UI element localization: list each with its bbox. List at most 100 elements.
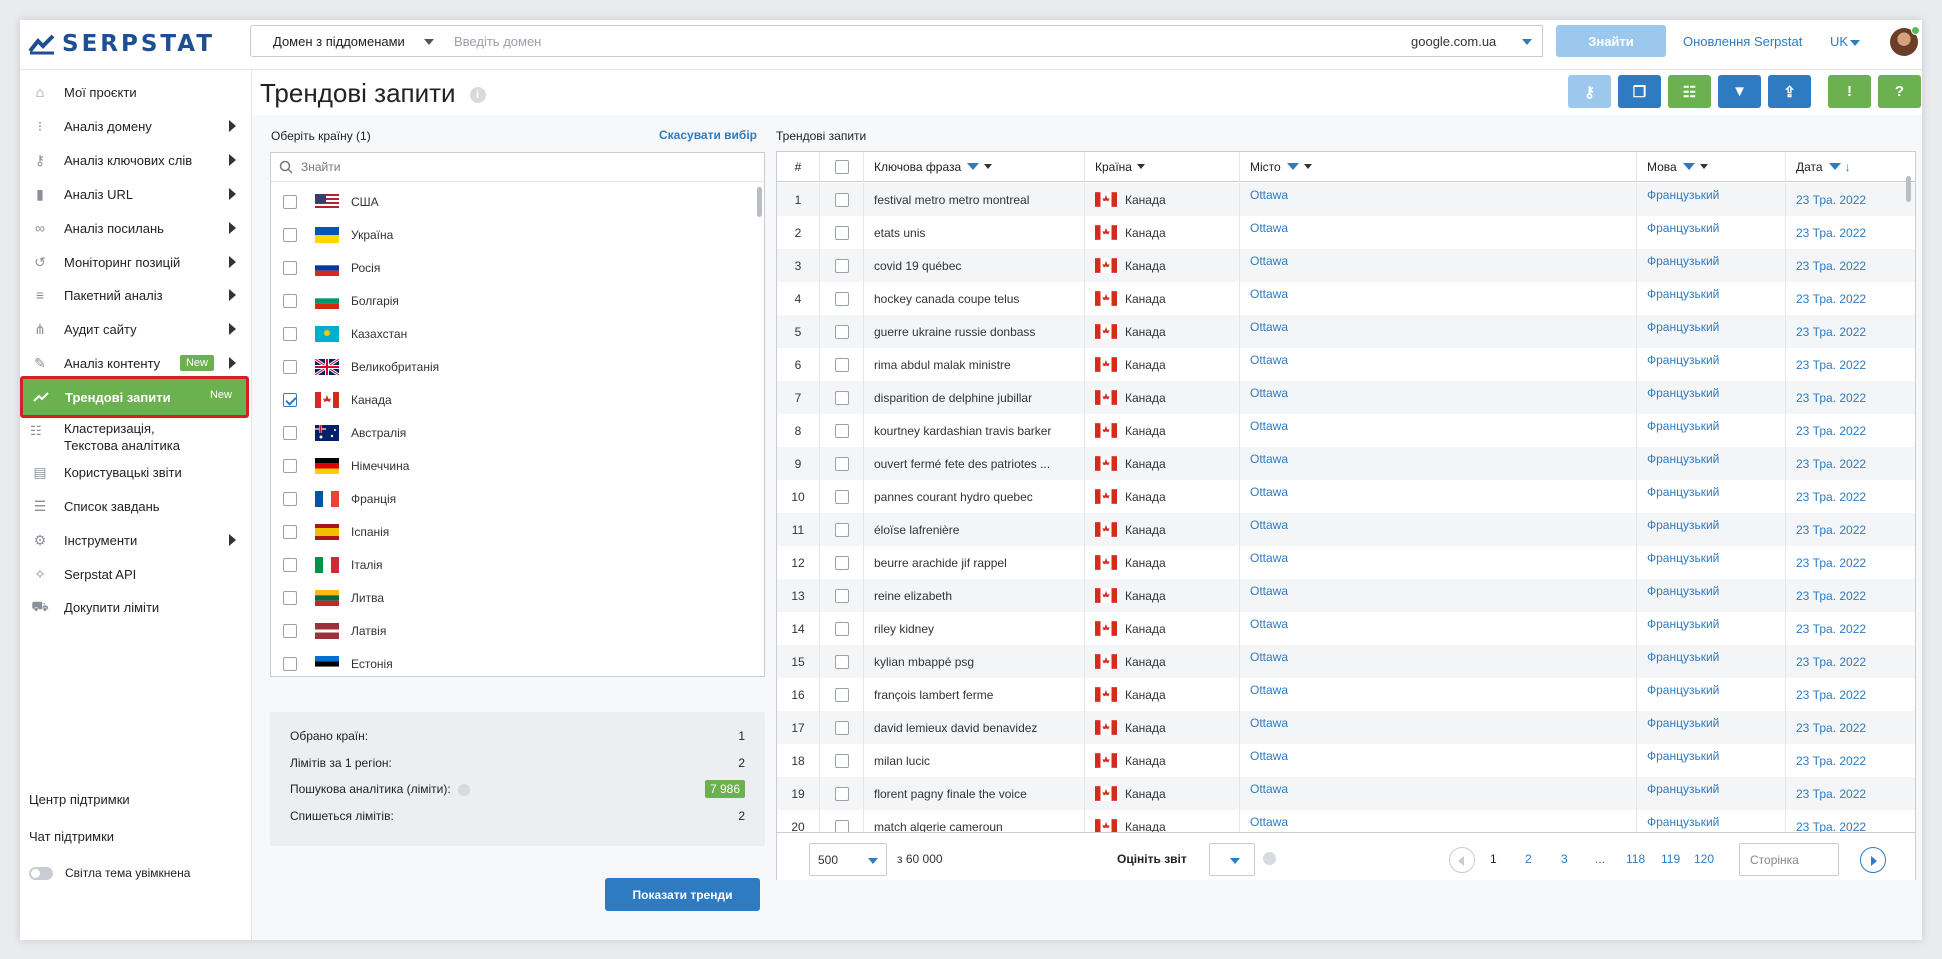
city-link[interactable]: Ottawa <box>1250 386 1288 400</box>
header-city[interactable]: Місто <box>1240 152 1637 182</box>
country-search[interactable] <box>271 153 764 182</box>
language-link[interactable]: Французький <box>1647 617 1719 631</box>
row-checkbox[interactable] <box>834 621 849 636</box>
city-link[interactable]: Ottawa <box>1250 188 1288 202</box>
header-select-all[interactable] <box>820 152 864 182</box>
cell-keyword[interactable]: guerre ukraine russie donbass <box>864 315 1085 348</box>
cell-keyword[interactable]: rima abdul malak ministre <box>864 348 1085 381</box>
country-checkbox[interactable] <box>283 293 297 308</box>
row-checkbox[interactable] <box>834 687 849 702</box>
cell-select[interactable] <box>820 612 864 645</box>
columns-button[interactable]: ☷ <box>1668 75 1711 108</box>
country-option[interactable]: Естонія <box>271 647 751 680</box>
country-option[interactable]: Німеччина <box>271 449 751 482</box>
date-link[interactable]: 23 Тра. 2022 <box>1796 358 1866 372</box>
header-date[interactable]: Дата ↓ <box>1786 152 1915 182</box>
date-link[interactable]: 23 Тра. 2022 <box>1796 523 1866 537</box>
cell-keyword[interactable]: kylian mbappé psg <box>864 645 1085 678</box>
language-link[interactable]: Французький <box>1647 584 1719 598</box>
cell-keyword[interactable]: etats unis <box>864 216 1085 249</box>
search-engine-select[interactable]: google.com.ua <box>1403 25 1543 57</box>
country-checkbox[interactable] <box>283 194 297 209</box>
date-link[interactable]: 23 Тра. 2022 <box>1796 787 1866 801</box>
cell-keyword[interactable]: françois lambert ferme <box>864 678 1085 711</box>
cell-select[interactable] <box>820 480 864 513</box>
language-link[interactable]: Французький <box>1647 485 1719 499</box>
language-link[interactable]: Французький <box>1647 452 1719 466</box>
sort-icon[interactable] <box>1699 164 1708 169</box>
date-link[interactable]: 23 Тра. 2022 <box>1796 391 1866 405</box>
domain-input[interactable] <box>442 25 1404 57</box>
header-language[interactable]: Мова <box>1637 152 1786 182</box>
row-checkbox[interactable] <box>834 456 849 471</box>
city-link[interactable]: Ottawa <box>1250 782 1288 796</box>
row-checkbox[interactable] <box>834 423 849 438</box>
theme-toggle-row[interactable]: Світла тема увімкнена <box>29 866 190 880</box>
country-checkbox[interactable] <box>283 590 297 605</box>
date-link[interactable]: 23 Тра. 2022 <box>1796 589 1866 603</box>
cell-keyword[interactable]: kourtney kardashian travis barker <box>864 414 1085 447</box>
language-link[interactable]: Французький <box>1647 749 1719 763</box>
row-checkbox[interactable] <box>834 225 849 240</box>
cell-select[interactable] <box>820 315 864 348</box>
country-checkbox[interactable] <box>283 260 297 275</box>
country-option[interactable]: Австралія <box>271 416 751 449</box>
filter-icon[interactable] <box>1828 163 1841 170</box>
row-checkbox[interactable] <box>834 357 849 372</box>
page-link[interactable]: 2 <box>1525 852 1532 866</box>
country-option[interactable]: Великобританія <box>271 350 751 383</box>
language-link[interactable]: Французький <box>1647 188 1719 202</box>
cell-select[interactable] <box>820 414 864 447</box>
filter-icon[interactable] <box>967 163 980 170</box>
country-checkbox[interactable] <box>283 557 297 572</box>
country-option[interactable]: Латвія <box>271 614 751 647</box>
date-link[interactable]: 23 Тра. 2022 <box>1796 226 1866 240</box>
language-link[interactable]: Французький <box>1647 782 1719 796</box>
date-link[interactable]: 23 Тра. 2022 <box>1796 556 1866 570</box>
cell-select[interactable] <box>820 546 864 579</box>
cell-keyword[interactable]: reine elizabeth <box>864 579 1085 612</box>
country-option[interactable]: Франція <box>271 482 751 515</box>
avatar[interactable] <box>1890 26 1920 56</box>
city-link[interactable]: Ottawa <box>1250 617 1288 631</box>
sort-icon[interactable] <box>984 164 993 169</box>
filter-icon[interactable] <box>1286 163 1299 170</box>
next-page-button[interactable] <box>1860 847 1886 873</box>
city-link[interactable]: Ottawa <box>1250 485 1288 499</box>
country-option[interactable]: Іспанія <box>271 515 751 548</box>
theme-toggle[interactable] <box>29 866 53 880</box>
help-button[interactable]: ? <box>1878 75 1921 108</box>
city-link[interactable]: Ottawa <box>1250 287 1288 301</box>
cell-keyword[interactable]: riley kidney <box>864 612 1085 645</box>
language-link[interactable]: Французький <box>1647 386 1719 400</box>
cell-select[interactable] <box>820 645 864 678</box>
city-link[interactable]: Ottawa <box>1250 815 1288 829</box>
sort-down-icon[interactable]: ↓ <box>1845 160 1851 174</box>
cell-keyword[interactable]: hockey canada coupe telus <box>864 282 1085 315</box>
city-link[interactable]: Ottawa <box>1250 683 1288 697</box>
city-link[interactable]: Ottawa <box>1250 551 1288 565</box>
row-checkbox[interactable] <box>834 654 849 669</box>
country-checkbox[interactable] <box>283 425 297 440</box>
date-link[interactable]: 23 Тра. 2022 <box>1796 457 1866 471</box>
city-link[interactable]: Ottawa <box>1250 221 1288 235</box>
serpstat-logo[interactable]: SERPSTAT <box>28 30 215 58</box>
language-link[interactable]: Французький <box>1647 287 1719 301</box>
city-link[interactable]: Ottawa <box>1250 452 1288 466</box>
report-issue-button[interactable]: ! <box>1828 75 1871 108</box>
language-link[interactable]: Французький <box>1647 320 1719 334</box>
country-option[interactable]: Болгарія <box>271 284 751 317</box>
keys-button[interactable]: ⚷ <box>1568 75 1611 108</box>
info-icon[interactable] <box>458 783 471 796</box>
row-checkbox[interactable] <box>834 192 849 207</box>
find-button[interactable]: Знайти <box>1556 25 1666 57</box>
language-link[interactable]: Французький <box>1647 650 1719 664</box>
language-link[interactable]: Французький <box>1647 419 1719 433</box>
scrollbar[interactable] <box>1906 176 1911 202</box>
row-checkbox[interactable] <box>834 588 849 603</box>
country-checkbox[interactable] <box>283 623 297 638</box>
country-option[interactable]: Казахстан <box>271 317 751 350</box>
city-link[interactable]: Ottawa <box>1250 584 1288 598</box>
page-number-input[interactable] <box>1739 843 1839 876</box>
country-option[interactable]: Росія <box>271 251 751 284</box>
